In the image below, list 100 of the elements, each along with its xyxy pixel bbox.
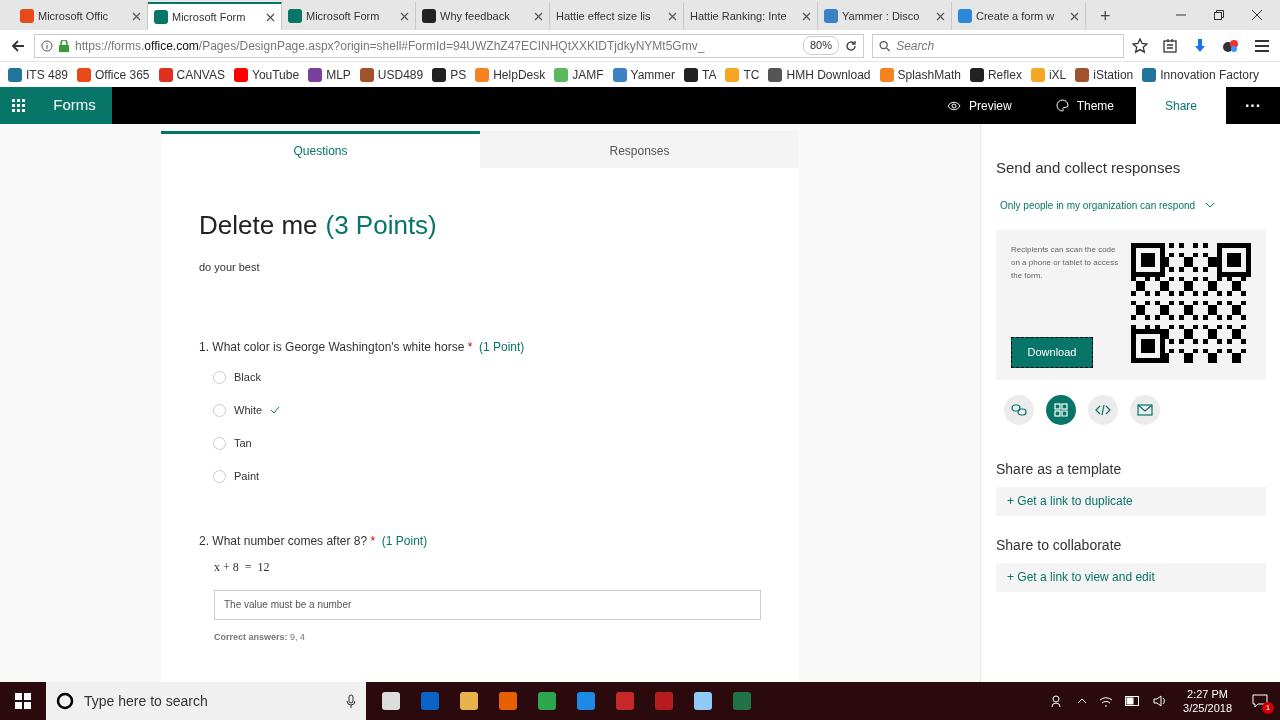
site-icon: [308, 67, 323, 82]
link-button[interactable]: [1004, 394, 1034, 425]
browser-tab[interactable]: Microsoft Form: [148, 2, 282, 30]
section-title: Share to collaborate: [996, 535, 1123, 555]
site-icon: [158, 67, 173, 82]
reading-list-icon[interactable]: [1162, 37, 1178, 54]
close-icon[interactable]: [1070, 11, 1079, 21]
question-title: 1. What color is George Washington's white horse * (1 Point): [199, 338, 526, 356]
bookmark-link[interactable]: CANVAS: [176, 65, 225, 84]
bookmark-link[interactable]: Office 365: [95, 65, 150, 84]
site-icon: [768, 67, 783, 82]
tab-title: Microsoft Form: [306, 8, 381, 24]
clock-date: 3/25/2018: [1183, 701, 1232, 715]
app-launcher-button[interactable]: [0, 87, 37, 124]
speaker-icon[interactable]: [1153, 695, 1168, 707]
close-icon[interactable]: [668, 11, 677, 21]
site-icon: [234, 67, 248, 82]
extension-icon[interactable]: [1222, 37, 1240, 54]
bookmark-link[interactable]: HMH Download: [786, 65, 871, 84]
bookmark-link[interactable]: HelpDesk: [493, 65, 546, 84]
qr-code-button[interactable]: [1046, 394, 1076, 425]
bookmark-link[interactable]: ITS 489: [26, 65, 69, 84]
header-action[interactable]: Preview: [924, 87, 1034, 124]
more-button[interactable]: ···: [1226, 87, 1280, 124]
taskbar-search-field[interactable]: Type here to search: [46, 682, 366, 720]
lock-icon: [59, 39, 69, 52]
bookmark-link[interactable]: MLP: [326, 65, 351, 84]
bookmark-link[interactable]: iStation: [1093, 65, 1134, 84]
address-field[interactable]: https://forms.office.com/Pages/DesignPage.aspx?origin=shell#FormId=94UWZhZ47ECINHQtXXKIDTjdkyNYMt5Gmv_ 80%: [34, 33, 864, 58]
section-title: Share as a template: [996, 459, 1123, 479]
mail-icon: [1137, 401, 1153, 418]
network-icon[interactable]: [1099, 695, 1114, 707]
duplicate-link[interactable]: + Get a link to duplicate: [996, 486, 1266, 516]
site-icon: [879, 67, 894, 82]
search-icon: [879, 39, 891, 52]
bookmark-link[interactable]: YouTube: [252, 65, 300, 84]
app-name[interactable]: Forms: [37, 87, 112, 124]
close-icon[interactable]: [1252, 10, 1262, 20]
site-icon: [154, 10, 168, 24]
form-title: Delete me: [199, 209, 318, 242]
form-tab[interactable]: Responses: [480, 131, 799, 168]
header-action[interactable]: Share: [1136, 87, 1226, 124]
bookmark-link[interactable]: Yammer: [630, 65, 676, 84]
answer-field[interactable]: The value must be a number: [214, 589, 761, 620]
bookmark-link[interactable]: PS: [450, 65, 467, 84]
site-icon: [475, 67, 490, 82]
edit-link[interactable]: + Get a link to view and edit: [996, 562, 1266, 592]
option-label: Paint: [234, 468, 260, 484]
tab-title: Why feedback: [440, 8, 511, 24]
bookmark-link[interactable]: iXL: [1048, 65, 1067, 84]
waffle-icon: [12, 99, 25, 112]
chevron-up-icon[interactable]: [1077, 698, 1088, 704]
bookmark-link[interactable]: SplashMath: [897, 65, 961, 84]
search-field[interactable]: Search: [872, 33, 1124, 58]
reload-icon[interactable]: [845, 39, 857, 52]
embed-button[interactable]: [1088, 394, 1118, 425]
site-icon: [8, 67, 22, 82]
site-icon: [612, 67, 627, 82]
close-icon[interactable]: [400, 11, 409, 21]
math-formula: x + 8 = 12: [214, 558, 271, 576]
radio-button[interactable]: [213, 469, 226, 483]
menu-icon[interactable]: [1254, 38, 1270, 53]
bookmark-link[interactable]: USD489: [377, 65, 424, 84]
site-icon: [958, 9, 972, 23]
close-icon[interactable]: [266, 12, 275, 22]
close-icon[interactable]: [936, 11, 945, 21]
site-icon: [725, 67, 740, 82]
star-icon[interactable]: [1132, 37, 1148, 54]
header-action[interactable]: Theme: [1033, 87, 1136, 124]
form-points: (3 Points): [325, 209, 437, 242]
windows-icon[interactable]: [15, 693, 31, 709]
palette-icon: [1055, 99, 1069, 112]
close-icon[interactable]: [534, 11, 543, 21]
option-label: White: [234, 402, 263, 418]
audience-dropdown[interactable]: Only people in my organization can respond: [1000, 197, 1216, 213]
new-tab-button[interactable]: +: [1086, 2, 1125, 30]
microphone-icon[interactable]: [346, 693, 356, 709]
close-icon[interactable]: [802, 11, 811, 21]
form-description: do your best: [199, 260, 261, 275]
bookmark-link[interactable]: TC: [743, 65, 760, 84]
radio-button[interactable]: [213, 370, 226, 384]
bookmark-link[interactable]: JAMF: [572, 65, 604, 84]
battery-icon[interactable]: [1125, 696, 1142, 706]
radio-button[interactable]: [213, 436, 226, 450]
download-icon[interactable]: [1192, 37, 1208, 54]
notification-button[interactable]: 1: [1248, 691, 1272, 711]
search-input[interactable]: Search: [896, 36, 1117, 55]
back-icon[interactable]: [10, 37, 26, 54]
bookmark-link[interactable]: Innovation Factory: [1160, 65, 1259, 84]
bookmark-link[interactable]: Reflex: [987, 65, 1022, 84]
site-icon: [359, 67, 374, 82]
restore-icon[interactable]: [1214, 10, 1224, 20]
eye-icon: [946, 100, 961, 111]
email-button[interactable]: [1130, 394, 1160, 425]
close-icon[interactable]: [132, 11, 141, 21]
site-icon: [684, 67, 699, 82]
tab-title: Microsoft Offic: [38, 8, 110, 24]
download-button[interactable]: Download: [1011, 336, 1093, 368]
radio-button[interactable]: [213, 403, 226, 417]
bookmark-link[interactable]: TA: [702, 65, 717, 84]
